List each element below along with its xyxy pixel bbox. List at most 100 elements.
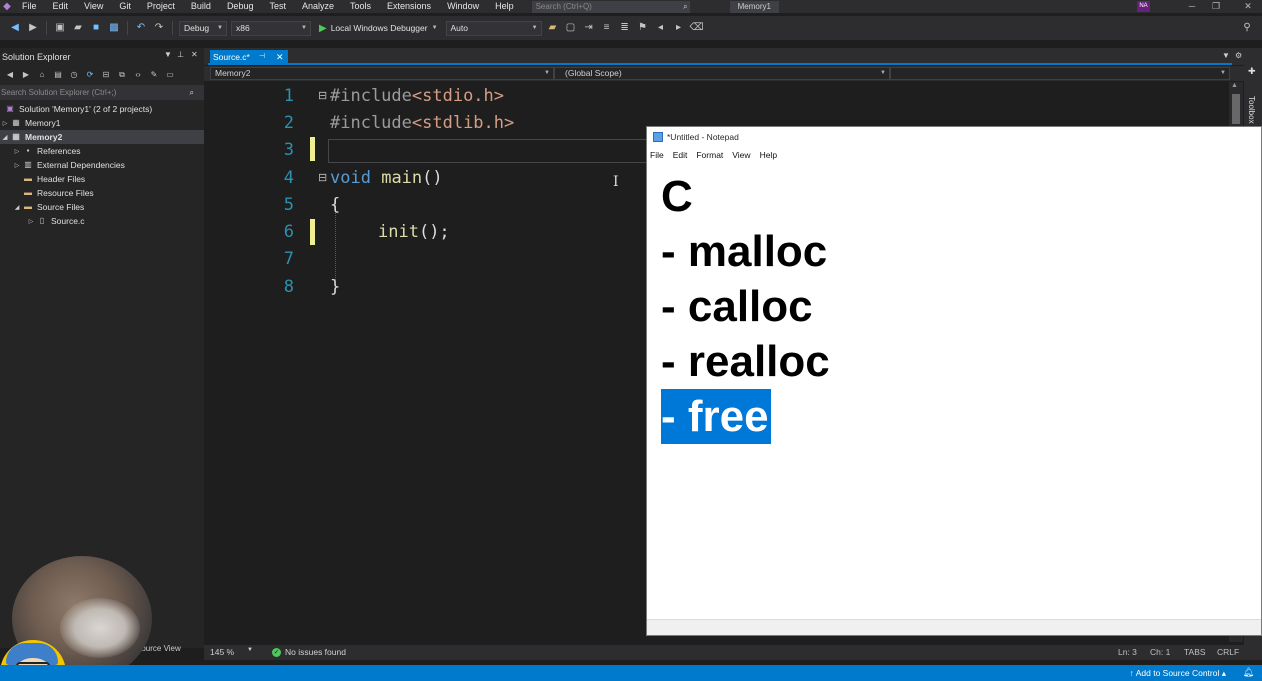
notepad-menu-file[interactable]: File — [650, 150, 664, 160]
gear-icon[interactable]: ⚙ — [1235, 51, 1242, 60]
platform-select[interactable]: x86 ▼ — [231, 20, 311, 36]
tree-item-header-files[interactable]: ▬ Header Files — [0, 172, 204, 186]
collapse-all-icon[interactable]: ⊟ — [100, 68, 112, 82]
expand-icon[interactable]: ▷ — [26, 218, 36, 225]
back-icon[interactable]: ◀ — [4, 68, 16, 82]
menu-tools[interactable]: Tools — [342, 0, 379, 13]
expand-icon[interactable]: ▷ — [0, 120, 10, 127]
undo-icon[interactable]: ↶ — [134, 21, 148, 35]
configuration-select[interactable]: Debug ▼ — [179, 20, 227, 36]
tree-item-resource-files[interactable]: ▬ Resource Files — [0, 186, 204, 200]
notepad-menu-format[interactable]: Format — [696, 150, 723, 160]
home-icon[interactable]: ⌂ — [36, 68, 48, 82]
menu-build[interactable]: Build — [183, 0, 219, 13]
bookmark-prev-icon[interactable]: ◂ — [654, 21, 668, 35]
line-endings[interactable]: CRLF — [1217, 647, 1239, 657]
restore-icon[interactable]: ❐ — [1206, 0, 1226, 13]
close-icon[interactable]: ✕ — [191, 50, 198, 59]
chevron-down-icon[interactable]: ▼ — [1222, 51, 1230, 60]
expand-icon[interactable]: ▷ — [12, 148, 22, 155]
solution-search-input[interactable]: Search Solution Explorer (Ctrl+;) ⌕ — [0, 85, 204, 100]
notepad-title-bar[interactable]: *Untitled - Notepad — [647, 127, 1261, 147]
close-icon[interactable]: ✕ — [1238, 0, 1258, 13]
tree-item-source-c[interactable]: ▷ ▯ Source.c — [0, 214, 204, 228]
minimize-icon[interactable]: ─ — [1182, 0, 1202, 13]
avatar[interactable]: NA — [1137, 1, 1150, 12]
forward-icon[interactable]: ▶ — [20, 68, 32, 82]
menu-help[interactable]: Help — [487, 0, 522, 13]
menu-edit[interactable]: Edit — [45, 0, 77, 13]
collapse-region-icon[interactable]: ⊟ — [318, 171, 327, 184]
column-position[interactable]: Ch: 1 — [1150, 647, 1170, 657]
toolbox-label[interactable]: Toolbox — [1247, 96, 1256, 124]
redo-icon[interactable]: ↷ — [152, 21, 166, 35]
notepad-menu-help[interactable]: Help — [760, 150, 777, 160]
bookmark-icon[interactable]: ⚑ — [636, 21, 650, 35]
menu-project[interactable]: Project — [139, 0, 183, 13]
menu-extensions[interactable]: Extensions — [379, 0, 439, 13]
outdent-icon[interactable]: ≣ — [618, 21, 632, 35]
tree-item-memory2[interactable]: ◢ ▦ Memory2 — [0, 130, 204, 144]
switch-views-icon[interactable]: ▤ — [52, 68, 64, 82]
collapse-region-icon[interactable]: ⊟ — [318, 89, 327, 102]
tree-item-external-dependencies[interactable]: ▷ ▥ External Dependencies — [0, 158, 204, 172]
indent-icon[interactable]: ≡ — [600, 21, 614, 35]
tree-item-source-files[interactable]: ◢ ▬ Source Files — [0, 200, 204, 214]
forward-icon[interactable]: ▶ — [26, 21, 40, 35]
notepad-menu-view[interactable]: View — [732, 150, 750, 160]
screenshot-icon[interactable]: ▢ — [564, 21, 578, 35]
bookmark-clear-icon[interactable]: ⌫ — [690, 21, 704, 35]
preview-icon[interactable]: ▭ — [164, 68, 176, 82]
member-select[interactable]: ▼ — [890, 67, 1230, 80]
tree-item-references[interactable]: ▷ ▪ References — [0, 144, 204, 158]
open-folder-icon[interactable]: ▰ — [71, 21, 85, 35]
scroll-up-icon[interactable]: ▲ — [1231, 82, 1238, 89]
global-scope-select[interactable]: (Global Scope) ▼ — [554, 67, 890, 80]
chevron-down-icon[interactable]: ▼ — [164, 50, 172, 59]
scrollbar-thumb[interactable] — [1232, 94, 1240, 124]
tab-source-c[interactable]: Source.c* ⊣ ✕ — [210, 50, 288, 64]
show-all-files-icon[interactable]: ⧉ — [116, 68, 128, 82]
step-icon[interactable]: ⇥ — [582, 21, 596, 35]
properties-icon[interactable]: ✎ — [148, 68, 160, 82]
expand-icon[interactable]: ▷ — [12, 162, 22, 169]
close-icon[interactable]: ✕ — [276, 50, 284, 64]
run-debugger-button[interactable]: ▶ Local Windows Debugger ▼ — [319, 23, 438, 34]
notepad-text-area[interactable]: C - malloc - calloc - realloc - free — [661, 169, 830, 444]
notepad-menu-edit[interactable]: Edit — [673, 150, 688, 160]
tree-item-memory1[interactable]: ▷ ▦ Memory1 — [0, 116, 204, 130]
back-icon[interactable]: ◀ — [8, 21, 22, 35]
save-icon[interactable]: ■ — [89, 21, 103, 35]
new-project-icon[interactable]: ▣ — [53, 21, 67, 35]
save-all-icon[interactable]: ▩ — [107, 21, 121, 35]
menu-view[interactable]: View — [76, 0, 111, 13]
menu-file[interactable]: File — [14, 0, 45, 13]
zoom-level[interactable]: 145 % — [210, 647, 234, 657]
collapse-icon[interactable]: ◢ — [12, 204, 22, 211]
notification-bell-icon[interactable]: 🔔︎ — [1243, 667, 1254, 678]
menu-git[interactable]: Git — [111, 0, 139, 13]
menu-window[interactable]: Window — [439, 0, 487, 13]
search-input[interactable]: Search (Ctrl+Q) ⌕ — [531, 0, 690, 13]
add-to-source-control-button[interactable]: ↑ Add to Source Control ▴ — [1130, 668, 1226, 679]
pin-icon[interactable]: ⊥ — [177, 50, 184, 59]
tree-item-solution[interactable]: ▣ Solution 'Memory1' (2 of 2 projects) — [0, 102, 204, 116]
pending-changes-icon[interactable]: ◷ — [68, 68, 80, 82]
add-icon[interactable]: ✚ — [1248, 66, 1256, 77]
auto-select[interactable]: Auto ▼ — [445, 20, 542, 36]
folder-icon[interactable]: ▰ — [546, 21, 560, 35]
line-position[interactable]: Ln: 3 — [1118, 647, 1137, 657]
project-scope-select[interactable]: Memory2 ▼ — [210, 67, 554, 80]
live-share-icon[interactable]: ⚲ — [1240, 21, 1254, 35]
menu-debug[interactable]: Debug — [219, 0, 262, 13]
bookmark-next-icon[interactable]: ▸ — [672, 21, 686, 35]
collapse-icon[interactable]: ◢ — [0, 134, 10, 141]
view-code-icon[interactable]: ‹› — [132, 68, 144, 82]
chevron-down-icon[interactable]: ▼ — [247, 647, 253, 653]
sync-icon[interactable]: ⟳ — [84, 68, 96, 82]
pin-icon[interactable]: ⊣ — [259, 50, 265, 64]
menu-analyze[interactable]: Analyze — [294, 0, 342, 13]
issues-indicator[interactable]: ✓ No issues found — [272, 647, 346, 657]
notepad-horizontal-scrollbar[interactable] — [647, 619, 1261, 635]
menu-test[interactable]: Test — [261, 0, 294, 13]
